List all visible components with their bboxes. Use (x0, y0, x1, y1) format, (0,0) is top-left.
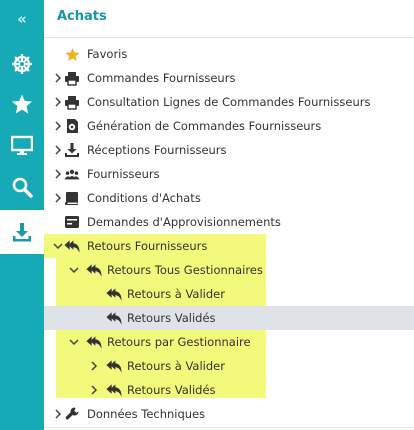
menu-item-donnees-techniques[interactable]: Données Techniques (44, 402, 414, 426)
menu-item-label: Génération de Commandes Fournisseurs (87, 119, 322, 133)
menu-item-retours-valides[interactable]: Retours Validés (44, 306, 414, 330)
chevron-right-icon[interactable] (52, 94, 64, 110)
panel-bottom-border (44, 427, 414, 428)
rail-settings-button[interactable] (0, 44, 44, 84)
reply-all-icon (106, 310, 122, 326)
rail-screens-button[interactable] (0, 125, 44, 165)
menu-item-retours-valides[interactable]: Retours Validés (44, 378, 414, 402)
chevron-right-icon[interactable] (52, 142, 64, 158)
chevron-right-icon[interactable] (52, 190, 64, 206)
menu-item-label: Retours par Gestionnaire (107, 335, 251, 349)
star-icon (64, 46, 80, 62)
collapse-panel-button[interactable]: « (0, 1, 44, 37)
download-icon (64, 142, 80, 158)
menu-item-retours-a-valider[interactable]: Retours à Valider (44, 354, 414, 378)
chevron-right-icon[interactable] (52, 70, 64, 86)
gear-wheel-icon (11, 53, 33, 75)
menu-item-retours-par-gestionnaire[interactable]: Retours par Gestionnaire (44, 330, 414, 354)
menu-item-retours-tous-gestionnaires[interactable]: Retours Tous Gestionnaires (44, 258, 414, 282)
reply-all-icon (106, 382, 122, 398)
menu-item-label: Retours Fournisseurs (87, 239, 208, 253)
rail-search-button[interactable] (0, 167, 44, 207)
printer-icon (64, 94, 80, 110)
page-title: Achats (57, 9, 107, 24)
chevron-down-icon[interactable] (52, 238, 64, 254)
book-icon (64, 190, 80, 206)
reply-all-icon (86, 334, 102, 350)
menu-item-receptions-fournisseurs[interactable]: Réceptions Fournisseurs (44, 138, 414, 162)
menu-item-label: Favoris (87, 47, 128, 61)
double-chevron-left-icon: « (17, 10, 27, 28)
menu-item-label: Commandes Fournisseurs (87, 71, 236, 85)
search-icon (11, 176, 33, 198)
menu-item-conditions-d-achats[interactable]: Conditions d'Achats (44, 186, 414, 210)
people-icon (64, 166, 80, 182)
menu-item-demandes-d-approvisionnements[interactable]: Demandes d'Approvisionnements (44, 210, 414, 234)
menu-item-commandes-fournisseurs[interactable]: Commandes Fournisseurs (44, 66, 414, 90)
chevron-down-icon[interactable] (68, 262, 80, 278)
download-icon (11, 221, 33, 243)
menu-item-label: Données Techniques (87, 407, 206, 421)
gear-doc-icon (64, 118, 80, 134)
menu-item-label: Retours Tous Gestionnaires (107, 263, 263, 277)
menu-item-label: Retours Validés (127, 383, 216, 397)
reply-all-icon (86, 262, 102, 278)
wrench-icon (64, 406, 80, 422)
rail-purchases-button[interactable] (0, 210, 44, 254)
reply-all-icon (106, 286, 122, 302)
reply-all-icon (106, 358, 122, 374)
menu-item-label: Retours Validés (127, 311, 216, 325)
menu-item-label: Conditions d'Achats (87, 191, 201, 205)
chevron-right-icon[interactable] (52, 166, 64, 182)
menu-item-retours-a-valider[interactable]: Retours à Valider (44, 282, 414, 306)
menu-item-label: Consultation Lignes de Commandes Fournis… (87, 95, 371, 109)
menu-item-retours-fournisseurs[interactable]: Retours Fournisseurs (44, 234, 414, 258)
chevron-right-icon[interactable] (88, 358, 100, 374)
chevron-down-icon[interactable] (68, 334, 80, 350)
menu-item-generation-de-commandes-fournisseurs[interactable]: Génération de Commandes Fournisseurs (44, 114, 414, 138)
card-icon (64, 214, 80, 230)
menu-item-favoris[interactable]: Favoris (44, 42, 414, 66)
chevron-right-icon[interactable] (52, 406, 64, 422)
chevron-right-icon[interactable] (52, 118, 64, 134)
menu-item-label: Retours à Valider (127, 287, 225, 301)
menu-item-fournisseurs[interactable]: Fournisseurs (44, 162, 414, 186)
menu-item-consultation-lignes-de-commandes-fournisseurs[interactable]: Consultation Lignes de Commandes Fournis… (44, 90, 414, 114)
menu-item-label: Fournisseurs (87, 167, 160, 181)
printer-icon (64, 70, 80, 86)
rail-favorites-button[interactable] (0, 84, 44, 124)
menu-item-label: Retours à Valider (127, 359, 225, 373)
star-icon (11, 93, 33, 115)
chevron-right-icon[interactable] (88, 382, 100, 398)
reply-all-icon (64, 238, 80, 254)
menu-item-label: Réceptions Fournisseurs (87, 143, 227, 157)
title-divider (44, 37, 414, 38)
left-rail: « (0, 0, 44, 430)
monitor-icon (11, 134, 33, 156)
menu-item-label: Demandes d'Approvisionnements (87, 215, 281, 229)
